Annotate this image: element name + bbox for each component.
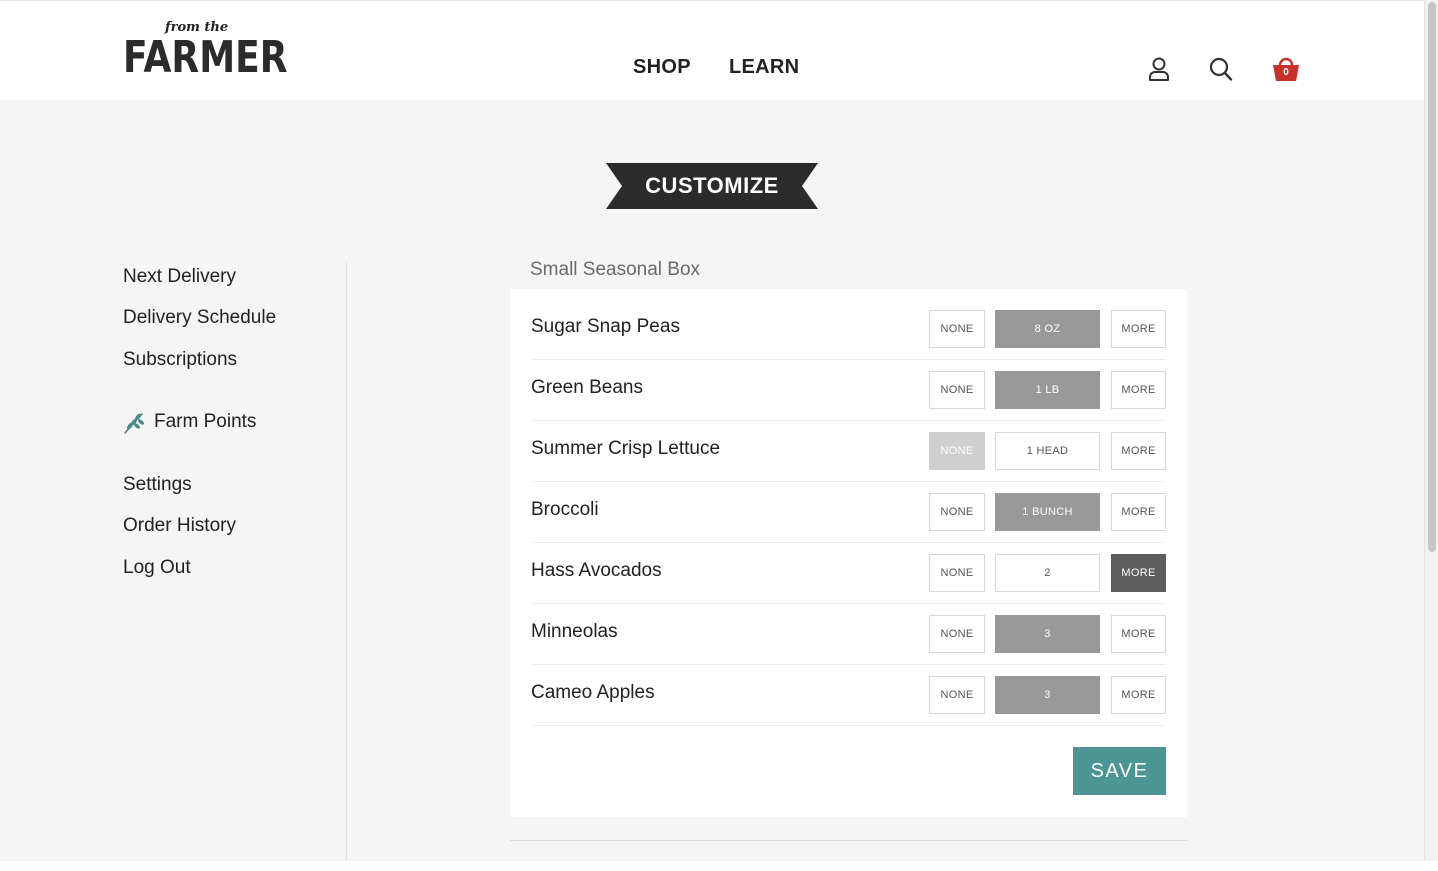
item-name: Cameo Apples <box>531 682 655 703</box>
more-button[interactable]: MORE <box>1111 676 1166 714</box>
page: from the FARMER SHOP LEARN 0 CUSTOMIZE N… <box>0 0 1424 861</box>
sidebar-item-subscriptions[interactable]: Subscriptions <box>123 349 237 371</box>
none-button[interactable]: NONE <box>929 554 985 592</box>
sidebar-item-order-history[interactable]: Order History <box>123 515 236 537</box>
sidebar-divider <box>346 262 347 861</box>
nav-learn[interactable]: LEARN <box>729 56 799 79</box>
box-items-panel: Sugar Snap Peas NONE 8 OZ MORE Green Beans NO… <box>510 289 1187 817</box>
item-row: Hass Avocados NONE 2 MORE <box>531 543 1166 604</box>
item-name: Green Beans <box>531 377 643 398</box>
quantity-button[interactable]: 3 <box>995 676 1100 714</box>
none-button[interactable]: NONE <box>929 615 985 653</box>
item-row: Summer Crisp Lettuce NONE 1 HEAD MORE <box>531 421 1166 482</box>
quantity-button[interactable]: 3 <box>995 615 1100 653</box>
sidebar-item-delivery-schedule[interactable]: Delivery Schedule <box>123 307 276 329</box>
section-divider <box>510 840 1187 841</box>
quantity-button[interactable]: 8 OZ <box>995 310 1100 348</box>
none-button[interactable]: NONE <box>929 371 985 409</box>
item-name: Sugar Snap Peas <box>531 316 680 337</box>
sidebar-item-settings[interactable]: Settings <box>123 474 192 496</box>
none-button[interactable]: NONE <box>929 310 985 348</box>
box-title: Small Seasonal Box <box>530 259 701 280</box>
customize-banner: CUSTOMIZE <box>606 163 818 209</box>
site-header: from the FARMER SHOP LEARN 0 <box>0 1 1424 100</box>
more-button[interactable]: MORE <box>1111 615 1166 653</box>
logo[interactable]: from the FARMER <box>123 18 288 84</box>
item-row: Broccoli NONE 1 BUNCH MORE <box>531 482 1166 543</box>
search-icon[interactable] <box>1205 54 1237 86</box>
user-icon[interactable] <box>1143 54 1175 86</box>
more-button[interactable]: MORE <box>1111 493 1166 531</box>
cart-count: 0 <box>1283 67 1289 78</box>
quantity-button[interactable]: 2 <box>995 554 1100 592</box>
sidebar-item-next-delivery[interactable]: Next Delivery <box>123 266 236 288</box>
nav-shop[interactable]: SHOP <box>633 56 691 79</box>
scrollbar-thumb[interactable] <box>1428 2 1436 552</box>
none-button[interactable]: NONE <box>929 493 985 531</box>
banner-title: CUSTOMIZE <box>645 173 779 198</box>
item-name: Minneolas <box>531 621 618 642</box>
leaf-icon <box>122 411 146 435</box>
more-button[interactable]: MORE <box>1111 371 1166 409</box>
item-row: Cameo Apples NONE 3 MORE <box>531 665 1166 726</box>
quantity-button[interactable]: 1 HEAD <box>995 432 1100 470</box>
none-button[interactable]: NONE <box>929 432 985 470</box>
sidebar-item-farm-points[interactable]: Farm Points <box>154 411 256 433</box>
item-row: Green Beans NONE 1 LB MORE <box>531 360 1166 421</box>
more-button[interactable]: MORE <box>1111 310 1166 348</box>
item-row: Minneolas NONE 3 MORE <box>531 604 1166 665</box>
logo-wordmark: FARMER <box>123 32 288 83</box>
item-row: Sugar Snap Peas NONE 8 OZ MORE <box>531 299 1166 360</box>
quantity-button[interactable]: 1 BUNCH <box>995 493 1100 531</box>
save-button[interactable]: SAVE <box>1073 747 1166 795</box>
none-button[interactable]: NONE <box>929 676 985 714</box>
item-name: Hass Avocados <box>531 560 662 581</box>
more-button[interactable]: MORE <box>1111 554 1166 592</box>
basket-icon[interactable]: 0 <box>1270 53 1302 85</box>
scrollbar[interactable] <box>1424 0 1438 861</box>
sidebar-item-log-out[interactable]: Log Out <box>123 557 191 579</box>
item-name: Summer Crisp Lettuce <box>531 438 721 459</box>
more-button[interactable]: MORE <box>1111 432 1166 470</box>
item-name: Broccoli <box>531 499 599 520</box>
quantity-button[interactable]: 1 LB <box>995 371 1100 409</box>
